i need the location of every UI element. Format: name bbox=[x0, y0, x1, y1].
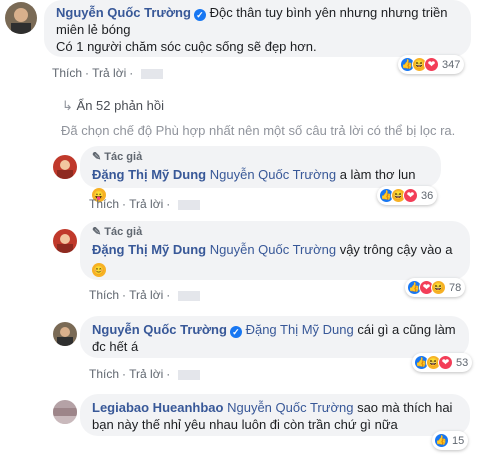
reaction-count: 347 bbox=[442, 58, 461, 71]
reply-text: vậy trông cậy vào a bbox=[339, 242, 453, 257]
avatar-image bbox=[53, 400, 77, 424]
avatar-image bbox=[5, 2, 37, 34]
avatar-image bbox=[53, 155, 77, 179]
reply-actions: Thích · Trả lời · bbox=[89, 288, 203, 302]
timestamp-redacted bbox=[177, 369, 200, 380]
love-icon: ❤ bbox=[438, 355, 453, 370]
comment-author[interactable]: Nguyễn Quốc Trường bbox=[56, 5, 191, 20]
avatar-nguyen-quoc-truong[interactable] bbox=[53, 322, 77, 346]
tagged-user[interactable]: Đặng Thị Mỹ Dung bbox=[246, 322, 354, 337]
avatar-dang-thi-my-dung[interactable] bbox=[53, 229, 77, 253]
like-link[interactable]: Thích bbox=[89, 197, 119, 211]
avatar-image bbox=[53, 229, 77, 253]
comment-bubble: Nguyễn Quốc Trường ✓ Độc thân tuy bình yê… bbox=[44, 0, 471, 57]
author-pencil-icon: ✎ bbox=[92, 226, 102, 238]
reply-text-line1: cái gì a cũng làm bbox=[357, 322, 456, 337]
like-icon: 👍 bbox=[434, 433, 449, 448]
reply-text-line2: bạn này thế nhỉ yêu nhau luôn đi còn trầ… bbox=[92, 417, 398, 432]
timestamp-redacted bbox=[140, 68, 163, 79]
avatar-image bbox=[53, 322, 77, 346]
reaction-count: 53 bbox=[456, 356, 469, 369]
timestamp-redacted bbox=[177, 199, 200, 210]
avatar-legiabao-hueanhbao[interactable] bbox=[53, 400, 77, 424]
reply-link[interactable]: Trả lời bbox=[129, 288, 163, 302]
verified-check-icon: ✓ bbox=[193, 9, 206, 21]
reply-arrow-icon: ↳ bbox=[62, 98, 73, 113]
reply-bubble: Nguyễn Quốc Trường ✓ Đặng Thị Mỹ Dung cái… bbox=[80, 316, 469, 358]
reply-bubble: Legiabao Hueanhbao Nguyễn Quốc Trường sa… bbox=[80, 394, 470, 436]
reaction-count: 78 bbox=[449, 281, 462, 294]
author-badge-label: Tác giả bbox=[104, 226, 143, 238]
like-link[interactable]: Thích bbox=[89, 288, 119, 302]
avatar-nguyen-quoc-truong[interactable] bbox=[5, 2, 37, 34]
reply-text: a làm thơ lun bbox=[339, 167, 416, 182]
tagged-user[interactable]: Nguyễn Quốc Trường bbox=[227, 400, 353, 415]
timestamp-redacted bbox=[177, 290, 200, 301]
reaction-count: 36 bbox=[421, 189, 434, 202]
comment-text-line3: Có 1 người chăm sóc cuộc sống sẽ đẹp hơn… bbox=[56, 39, 317, 54]
author-pencil-icon: ✎ bbox=[92, 151, 102, 163]
tagged-user[interactable]: Nguyễn Quốc Trường bbox=[210, 167, 336, 182]
haha-icon: 😆 bbox=[431, 280, 446, 295]
reply-link[interactable]: Trả lời bbox=[92, 66, 126, 80]
reaction-summary[interactable]: 👍 15 bbox=[432, 431, 469, 450]
reaction-summary[interactable]: 👍 😆 ❤ 36 bbox=[377, 186, 438, 205]
tagged-user[interactable]: Nguyễn Quốc Trường bbox=[210, 242, 336, 257]
reaction-summary[interactable]: 👍 😆 ❤ 347 bbox=[398, 55, 465, 74]
reply-author[interactable]: Đặng Thị Mỹ Dung bbox=[92, 167, 206, 182]
reply-bubble: ✎ Tác giả Đặng Thị Mỹ Dung Nguyễn Quốc T… bbox=[80, 221, 470, 280]
comment-text-line2: miên lẻ bóng bbox=[56, 22, 131, 37]
author-badge: ✎ Tác giả bbox=[92, 224, 458, 241]
like-link[interactable]: Thích bbox=[52, 66, 82, 80]
reaction-summary[interactable]: 👍 ❤ 😆 78 bbox=[405, 278, 466, 297]
reply-actions: Thích · Trả lời · bbox=[89, 367, 203, 381]
comment-text-line1: Độc thân tuy bình yên nhưng nhưng triền bbox=[209, 5, 448, 20]
reply-author[interactable]: Legiabao Hueanhbao bbox=[92, 400, 223, 415]
reaction-count: 15 bbox=[452, 434, 465, 447]
reply-bubble: ✎ Tác giả Đặng Thị Mỹ Dung Nguyễn Quốc T… bbox=[80, 146, 441, 202]
hide-replies-link[interactable]: ↳ Ẩn 52 phản hồi bbox=[62, 98, 164, 114]
reaction-summary[interactable]: 👍 😆 ❤ 53 bbox=[412, 353, 473, 372]
comment-actions: Thích · Trả lời · bbox=[52, 66, 166, 80]
reply-link[interactable]: Trả lời bbox=[129, 197, 163, 211]
reply-author[interactable]: Nguyễn Quốc Trường bbox=[92, 322, 227, 337]
like-link[interactable]: Thích bbox=[89, 367, 119, 381]
author-badge-label: Tác giả bbox=[104, 151, 143, 163]
filter-notice: Đã chọn chế độ Phù hợp nhất nên một số c… bbox=[61, 123, 456, 138]
smile-emoji-icon: 😊 bbox=[92, 263, 106, 277]
avatar-dang-thi-my-dung[interactable] bbox=[53, 155, 77, 179]
reply-link[interactable]: Trả lời bbox=[129, 367, 163, 381]
reply-author[interactable]: Đặng Thị Mỹ Dung bbox=[92, 242, 206, 257]
love-icon: ❤ bbox=[424, 57, 439, 72]
verified-check-icon: ✓ bbox=[229, 326, 242, 338]
reply-text-line2: đc hết á bbox=[92, 339, 139, 354]
reply-text-line1: sao mà thích hai bbox=[357, 400, 453, 415]
hidden-replies-text: Ẩn 52 phản hồi bbox=[76, 98, 164, 113]
reply-actions: Thích · Trả lời · bbox=[89, 197, 203, 211]
author-badge: ✎ Tác giả bbox=[92, 149, 429, 166]
love-icon: ❤ bbox=[403, 188, 418, 203]
